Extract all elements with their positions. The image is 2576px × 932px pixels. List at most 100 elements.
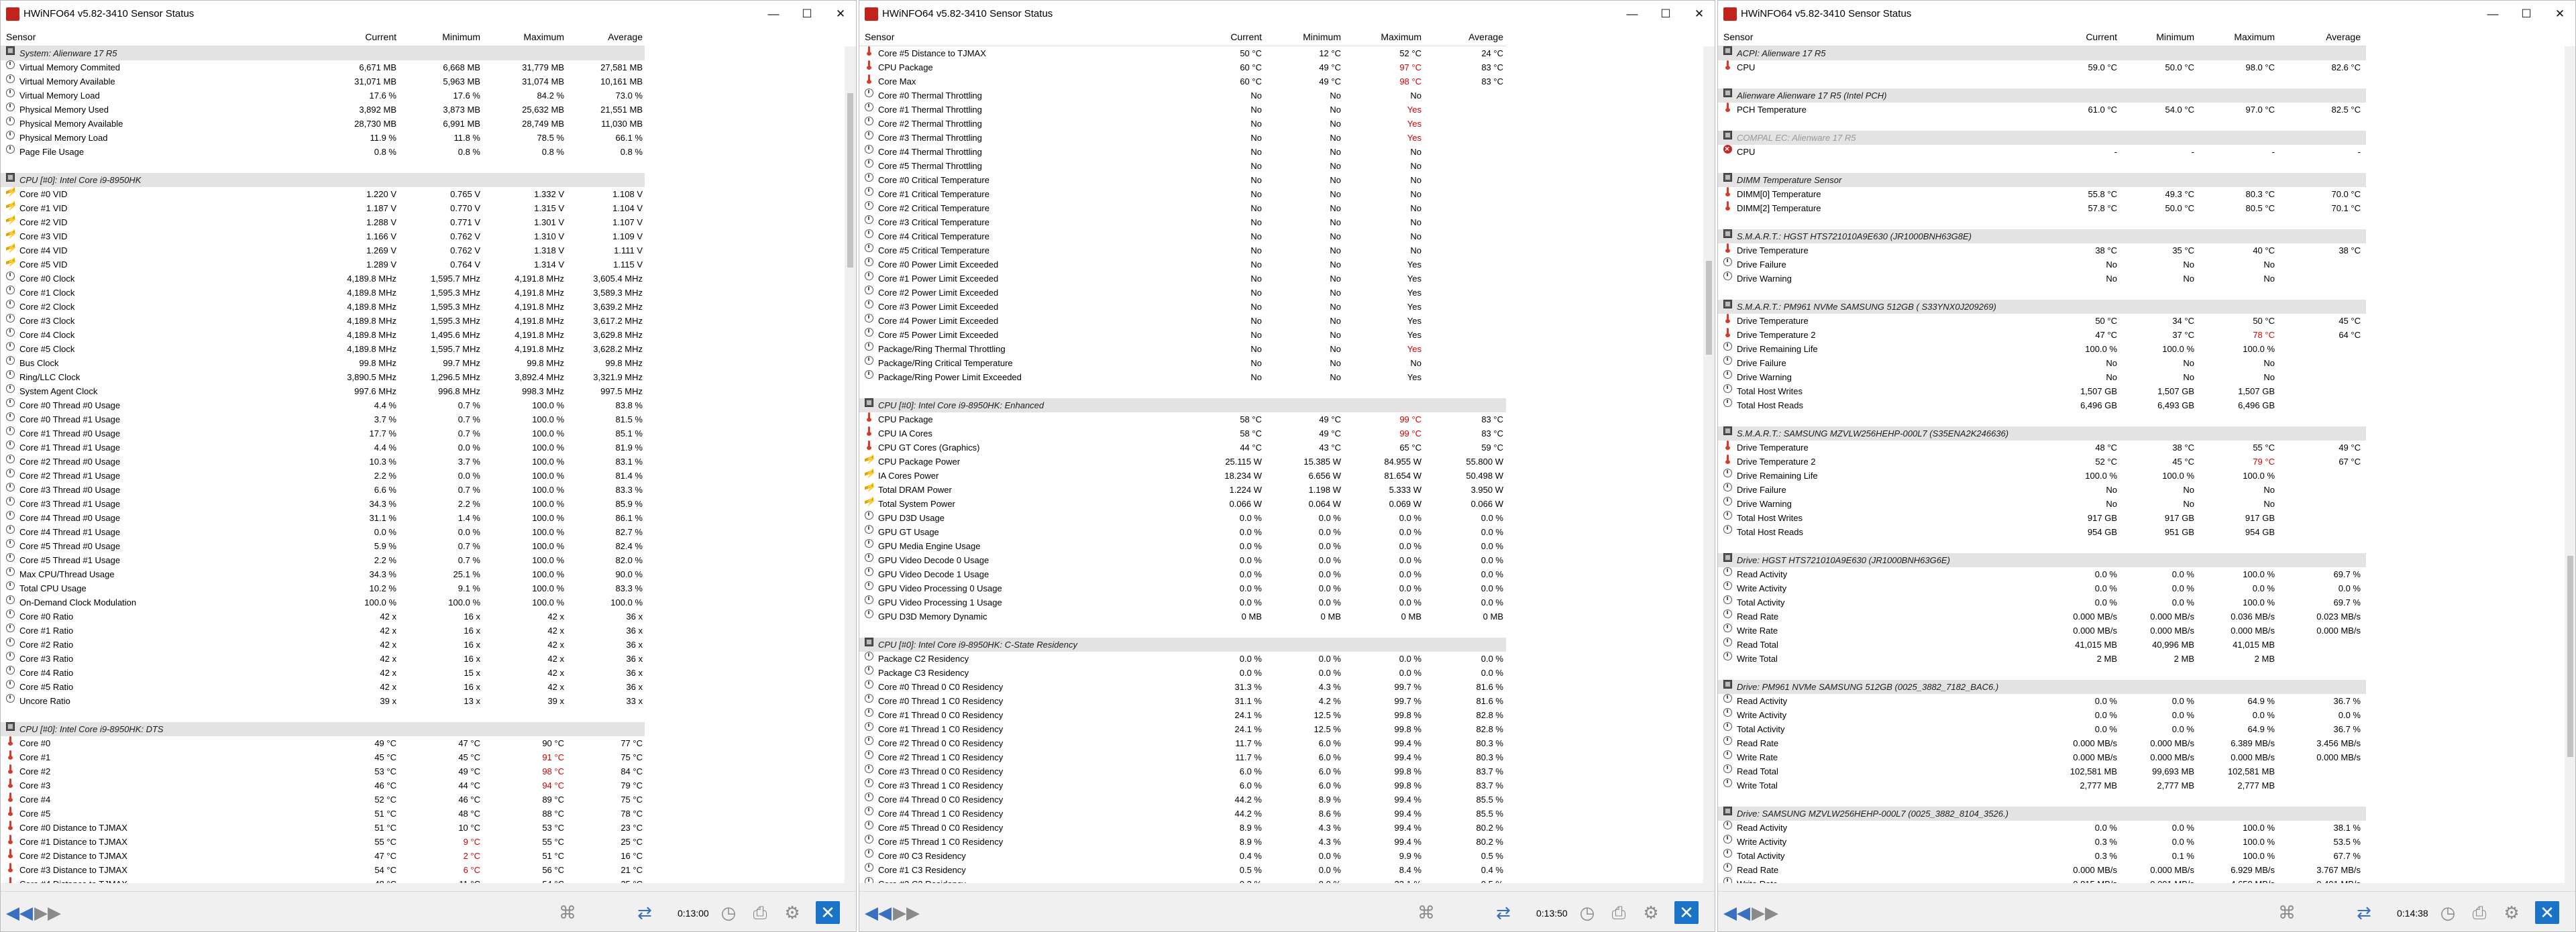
- sensor-row[interactable]: Write Total 2 MB 2 MB 2 MB: [1718, 652, 2366, 666]
- sensor-row[interactable]: Core #2 VID 1.288 V 0.771 V 1.301 V 1.107 V: [1, 213, 645, 229]
- sensor-row[interactable]: Total Host Writes 1,507 GB 1,507 GB 1,507 G…: [1718, 384, 2366, 398]
- header-minimum[interactable]: Minimum: [1303, 32, 1341, 42]
- sensor-group-header[interactable]: Drive: PM961 NVMe SAMSUNG 512GB (0025_38…: [1718, 680, 2366, 694]
- sensor-row[interactable]: Core #3 Thread 1 C0 Residency 6.0 % 6.0 % 9…: [859, 778, 1506, 793]
- sensor-row[interactable]: DIMM[2] Temperature 57.8 °C 50.0 °C 80.5 °C…: [1718, 201, 2366, 215]
- vertical-scrollbar[interactable]: [2565, 46, 2575, 892]
- sensor-row[interactable]: Core #0 Ratio 42 x 16 x 42 x 36 x: [1, 609, 645, 624]
- header-minimum[interactable]: Minimum: [2156, 32, 2194, 42]
- sensor-row[interactable]: Core #2 Ratio 42 x 16 x 42 x 36 x: [1, 638, 645, 652]
- sensor-group-header[interactable]: DIMM Temperature Sensor: [1718, 173, 2366, 187]
- sensor-row[interactable]: CPU Package 60 °C 49 °C 97 °C 83 °C: [859, 60, 1506, 74]
- sensor-row[interactable]: Drive Failure No No No: [1718, 257, 2366, 272]
- sensor-group-header[interactable]: Drive: HGST HTS721010A9E630 (JR1000BNH63…: [1718, 553, 2366, 567]
- sensor-group-header[interactable]: Drive: SAMSUNG MZVLW256HEHP-000L7 (0025_…: [1718, 807, 2366, 821]
- sensor-row[interactable]: Core #4 VID 1.269 V 0.762 V 1.318 V 1.111 V: [1, 241, 645, 257]
- sensor-row[interactable]: GPU Video Decode 1 Usage 0.0 % 0.0 % 0.0 % 0…: [859, 567, 1506, 581]
- sensor-row[interactable]: Drive Failure No No No: [1718, 483, 2366, 497]
- sensor-row[interactable]: Core #0 Thread #1 Usage 3.7 % 0.7 % 100.0 %…: [1, 412, 645, 426]
- sensor-row[interactable]: Drive Failure No No No: [1718, 356, 2366, 370]
- sensor-row[interactable]: Virtual Memory Load 17.6 % 17.6 % 84.2 % 73.…: [1, 89, 645, 103]
- sensor-row[interactable]: Total Host Reads 954 GB 951 GB 954 GB: [1718, 525, 2366, 539]
- sensor-row[interactable]: Drive Temperature 48 °C 38 °C 55 °C 49 °C: [1718, 441, 2366, 455]
- sensor-row[interactable]: Core #5 Thread 0 C0 Residency 8.9 % 4.3 % 9…: [859, 821, 1506, 835]
- sensor-row[interactable]: Core #3 Critical Temperature No No No: [859, 215, 1506, 229]
- settings-icon[interactable]: ⚙: [780, 901, 804, 924]
- sensor-row[interactable]: Drive Temperature 2 52 °C 45 °C 79 °C 67 °C: [1718, 455, 2366, 469]
- settings-icon[interactable]: ⚙: [2500, 901, 2524, 924]
- sensor-row[interactable]: Read Total 41,015 MB 40,996 MB 41,015 MB: [1718, 638, 2366, 652]
- sensor-row[interactable]: Core #4 Critical Temperature No No No: [859, 229, 1506, 243]
- sensor-row[interactable]: Core #5 Ratio 42 x 16 x 42 x 36 x: [1, 680, 645, 694]
- sensor-row[interactable]: DIMM[0] Temperature 55.8 °C 49.3 °C 80.3 °C…: [1718, 187, 2366, 201]
- sensor-row[interactable]: Read Total 102,581 MB 99,693 MB 102,581 MB: [1718, 764, 2366, 778]
- sensor-row[interactable]: Read Activity 0.0 % 0.0 % 64.9 % 36.7 %: [1718, 694, 2366, 708]
- sensor-group-header[interactable]: CPU [#0]: Intel Core i9-8950HK: DTS: [1, 722, 645, 736]
- log-icon[interactable]: ⎙: [748, 901, 772, 924]
- sensor-row[interactable]: CPU Package Power 25.115 W 15.385 W 84.955 …: [859, 452, 1506, 469]
- sensor-row[interactable]: Core #1 VID 1.187 V 0.770 V 1.315 V 1.104 V: [1, 198, 645, 215]
- sensor-row[interactable]: Package C2 Residency 0.0 % 0.0 % 0.0 % 0.0 %: [859, 652, 1506, 666]
- sensor-row[interactable]: Core #4 Thread #0 Usage 31.1 % 1.4 % 100.0 …: [1, 511, 645, 525]
- sensor-row[interactable]: Total Activity 0.0 % 0.0 % 100.0 % 69.7 %: [1718, 595, 2366, 609]
- close-window-button[interactable]: ✕: [2543, 1, 2575, 27]
- sensor-row[interactable]: Core #3 VID 1.166 V 0.762 V 1.310 V 1.109 V: [1, 227, 645, 243]
- sensor-row[interactable]: Physical Memory Available 28,730 MB 6,991 …: [1, 117, 645, 131]
- sensor-row[interactable]: Drive Temperature 2 47 °C 37 °C 78 °C 64 °C: [1718, 328, 2366, 342]
- sensor-row[interactable]: Core #4 Ratio 42 x 15 x 42 x 36 x: [1, 666, 645, 680]
- sensor-row[interactable]: Virtual Memory Available 31,071 MB 5,963 M…: [1, 74, 645, 89]
- sensor-row[interactable]: GPU Video Processing 1 Usage 0.0 % 0.0 % 0.…: [859, 595, 1506, 609]
- sensor-row[interactable]: Page File Usage 0.8 % 0.8 % 0.8 % 0.8 %: [1, 145, 645, 159]
- sensor-row[interactable]: Core #0 Power Limit Exceeded No No Yes: [859, 257, 1506, 272]
- sensor-row[interactable]: Physical Memory Used 3,892 MB 3,873 MB 25,6…: [1, 103, 645, 117]
- header-average[interactable]: Average: [608, 32, 643, 42]
- header-maximum[interactable]: Maximum: [523, 32, 564, 42]
- header-current[interactable]: Current: [365, 32, 396, 42]
- sensor-row[interactable]: Core #1 Clock 4,189.8 MHz 1,595.3 MHz 4,191…: [1, 286, 645, 300]
- sensor-row[interactable]: CPU IA Cores 58 °C 49 °C 99 °C 83 °C: [859, 426, 1506, 441]
- sensor-row[interactable]: Bus Clock 99.8 MHz 99.7 MHz 99.8 MHz 99.8 MH…: [1, 356, 645, 370]
- sensor-row[interactable]: GPU D3D Usage 0.0 % 0.0 % 0.0 % 0.0 %: [859, 511, 1506, 525]
- sensor-row[interactable]: Package/Ring Thermal Throttling No No Yes: [859, 342, 1506, 356]
- sensor-group-header[interactable]: S.M.A.R.T.: HGST HTS721010A9E630 (JR1000…: [1718, 229, 2366, 243]
- sensor-row[interactable]: Total Activity 0.3 % 0.1 % 100.0 % 67.7 %: [1718, 849, 2366, 863]
- sensor-group-header[interactable]: S.M.A.R.T.: PM961 NVMe SAMSUNG 512GB ( S…: [1718, 300, 2366, 314]
- nav-right-icon[interactable]: ▶▶: [893, 901, 920, 924]
- nav-right-icon[interactable]: ▶▶: [34, 901, 61, 924]
- sensor-row[interactable]: Core #1 Thread #0 Usage 17.7 % 0.7 % 100.0 …: [1, 426, 645, 441]
- sensor-row[interactable]: Write Activity 0.3 % 0.0 % 100.0 % 53.5 %: [1718, 835, 2366, 849]
- sensor-row[interactable]: Core #5 Thread #0 Usage 5.9 % 0.7 % 100.0 %…: [1, 539, 645, 553]
- sensor-row[interactable]: Core #2 Thread #1 Usage 2.2 % 0.0 % 100.0 %…: [1, 469, 645, 483]
- sensor-row[interactable]: Core #3 Thread #1 Usage 34.3 % 2.2 % 100.0 …: [1, 497, 645, 511]
- network-icon[interactable]: ⌘: [555, 901, 580, 924]
- maximize-button[interactable]: ☐: [1649, 1, 1682, 27]
- sensor-row[interactable]: Core #3 Thread #0 Usage 6.6 % 0.7 % 100.0 %…: [1, 483, 645, 497]
- sensor-row[interactable]: Core #4 52 °C 46 °C 89 °C 75 °C: [1, 793, 645, 807]
- sensor-row[interactable]: Write Rate 0.000 MB/s 0.000 MB/s 0.000 MB/s…: [1718, 624, 2366, 638]
- sensor-row[interactable]: On-Demand Clock Modulation 100.0 % 100.0 %…: [1, 595, 645, 609]
- sensor-row[interactable]: GPU GT Usage 0.0 % 0.0 % 0.0 % 0.0 %: [859, 525, 1506, 539]
- minimize-button[interactable]: —: [1615, 1, 1649, 27]
- network-icon[interactable]: ⌘: [1414, 901, 1438, 924]
- sensor-row[interactable]: Max CPU/Thread Usage 34.3 % 25.1 % 100.0 % 9…: [1, 567, 645, 581]
- header-sensor[interactable]: Sensor: [865, 32, 894, 42]
- sensor-row[interactable]: Physical Memory Load 11.9 % 11.8 % 78.5 % 66…: [1, 131, 645, 145]
- sensor-row[interactable]: Ring/LLC Clock 3,890.5 MHz 1,296.5 MHz 3,89…: [1, 370, 645, 384]
- nav-left-icon[interactable]: ◀◀: [1723, 901, 1750, 924]
- sensor-table[interactable]: Sensor Current Minimum Maximum Average Core #…: [859, 27, 1506, 892]
- sensor-row[interactable]: Core #2 Thread #0 Usage 10.3 % 3.7 % 100.0 …: [1, 455, 645, 469]
- sensor-row[interactable]: Core #0 C3 Residency 0.4 % 0.0 % 9.9 % 0.5 %: [859, 849, 1506, 863]
- scroll-thumb[interactable]: [2567, 556, 2573, 757]
- sensor-row[interactable]: Core #1 Thread 0 C0 Residency 24.1 % 12.5 …: [859, 708, 1506, 722]
- sensor-row[interactable]: Core #1 Thread 1 C0 Residency 24.1 % 12.5 …: [859, 722, 1506, 736]
- sensor-row[interactable]: Core #4 Power Limit Exceeded No No Yes: [859, 314, 1506, 328]
- sensor-row[interactable]: Core #5 Clock 4,189.8 MHz 1,595.7 MHz 4,191…: [1, 342, 645, 356]
- sensor-row[interactable]: Core #2 Thread 0 C0 Residency 11.7 % 6.0 %…: [859, 736, 1506, 750]
- sensor-row[interactable]: Core #2 Clock 4,189.8 MHz 1,595.3 MHz 4,191…: [1, 300, 645, 314]
- sensor-row[interactable]: Read Activity 0.0 % 0.0 % 100.0 % 69.7 %: [1718, 567, 2366, 581]
- sensor-row[interactable]: Write Total 2,777 MB 2,777 MB 2,777 MB: [1718, 778, 2366, 793]
- sensor-row[interactable]: Core #4 Thread #1 Usage 0.0 % 0.0 % 100.0 %…: [1, 525, 645, 539]
- log-icon[interactable]: ⎙: [1607, 901, 1631, 924]
- close-window-button[interactable]: ✕: [824, 1, 856, 27]
- sensor-group-header[interactable]: COMPAL EC: Alienware 17 R5: [1718, 131, 2366, 145]
